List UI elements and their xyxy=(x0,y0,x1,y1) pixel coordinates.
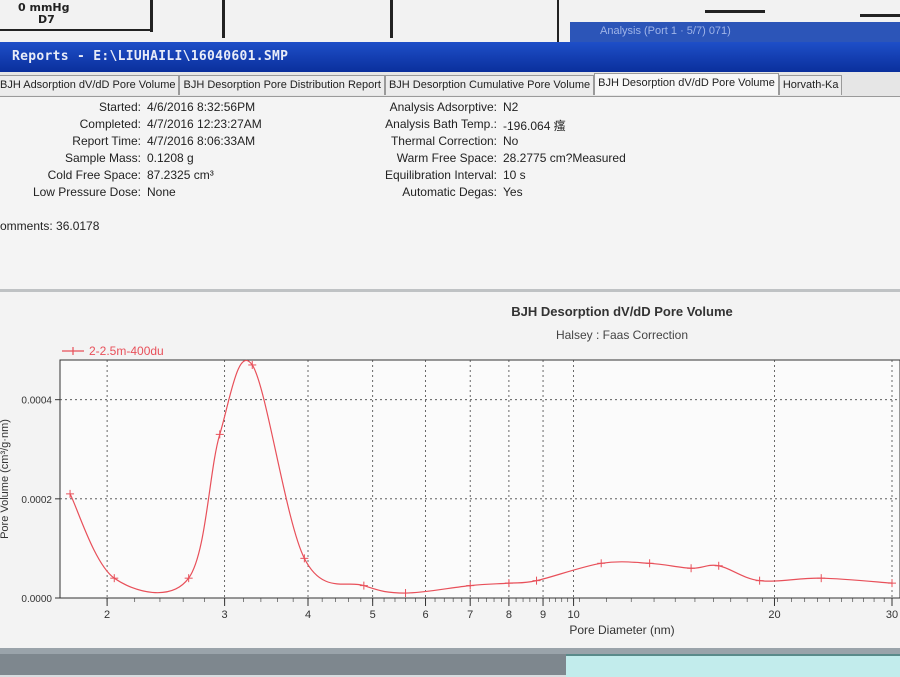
info-value: 4/7/2016 8:06:33AM xyxy=(147,134,256,148)
window-title: Reports - E:\LIUHAILI\16040601.SMP xyxy=(12,49,289,64)
taskbar-left xyxy=(0,654,566,675)
x-tick-label: 5 xyxy=(370,609,376,621)
info-value: Yes xyxy=(503,185,523,199)
comments-text: omments: 36.0178 xyxy=(0,219,100,233)
schematic-line xyxy=(150,0,153,32)
taskbar-window[interactable] xyxy=(566,654,900,677)
taskbar-area xyxy=(0,648,900,677)
info-label: Thermal Correction: xyxy=(390,134,497,148)
chart-legend: 2-2.5m-400du xyxy=(62,344,164,358)
background-windows: 0 mmHg D7 Analysis (Port 1 · 5/7) 071) xyxy=(0,0,900,42)
info-value: 4/7/2016 12:23:27AM xyxy=(147,117,262,131)
port-label: D7 xyxy=(38,13,55,26)
x-tick-label: 3 xyxy=(222,609,228,621)
x-tick-label: 20 xyxy=(768,609,780,621)
x-tick-label: 4 xyxy=(305,609,311,621)
schematic-line xyxy=(222,0,225,38)
info-label: Analysis Bath Temp.: xyxy=(385,117,497,131)
pore-volume-chart: BJH Desorption dV/dD Pore Volume Halsey … xyxy=(0,304,900,637)
y-tick-label: 0.0004 xyxy=(21,396,52,407)
info-value: 0.1208 g xyxy=(147,151,194,165)
plot-area xyxy=(59,359,900,599)
info-label: Sample Mass: xyxy=(64,151,141,165)
info-label: Started: xyxy=(98,100,141,114)
x-tick-label: 7 xyxy=(467,609,473,621)
info-label: Equilibration Interval: xyxy=(384,168,497,182)
schematic-line xyxy=(0,29,150,31)
tab-bjh-adsorption-dvdd[interactable]: BJH Adsorption dV/dD Pore Volume xyxy=(0,75,180,95)
report-tabs: BJH Adsorption dV/dD Pore Volume BJH Deso… xyxy=(0,72,900,97)
x-tick-label: 10 xyxy=(567,609,579,621)
info-value: 4/6/2016 8:32:56PM xyxy=(147,100,256,114)
tab-bjh-desorption-pore-distribution[interactable]: BJH Desorption Pore Distribution Report xyxy=(179,75,385,95)
x-tick-label: 2 xyxy=(104,609,110,621)
info-value: 87.2325 cm³ xyxy=(147,168,214,182)
info-label: Cold Free Space: xyxy=(47,168,141,182)
info-value: 10 s xyxy=(503,168,526,182)
x-tick-label: 30 xyxy=(886,609,898,621)
info-label: Completed: xyxy=(79,117,141,131)
schematic-line xyxy=(557,0,559,42)
y-tick-label: 0.0002 xyxy=(21,495,52,506)
info-label: Warm Free Space: xyxy=(396,151,497,165)
x-axis-label: Pore Diameter (nm) xyxy=(569,623,674,637)
info-label: Report Time: xyxy=(72,134,141,148)
y-tick-label: 0.0000 xyxy=(21,594,52,605)
y-axis-label: Pore Volume (cm³/g·nm) xyxy=(0,419,11,539)
info-value: No xyxy=(503,134,519,148)
info-label: Low Pressure Dose: xyxy=(32,185,141,199)
x-tick-label: 9 xyxy=(540,609,546,621)
schematic-line xyxy=(705,10,765,13)
tab-bjh-desorption-cumulative[interactable]: BJH Desorption Cumulative Pore Volume xyxy=(384,75,595,95)
tab-bjh-desorption-dvdd[interactable]: BJH Desorption dV/dD Pore Volume xyxy=(594,73,779,95)
tab-horvath-kawazoe[interactable]: Horvath-Ka xyxy=(778,75,843,95)
info-value: -196.064 瘙 xyxy=(503,119,566,133)
chart-pane: BJH Desorption dV/dD Pore Volume Halsey … xyxy=(0,292,900,648)
legend-label: 2-2.5m-400du xyxy=(89,344,164,358)
info-label: Automatic Degas: xyxy=(402,185,497,199)
info-label: Analysis Adsorptive: xyxy=(389,100,497,114)
x-tick-label: 8 xyxy=(506,609,512,621)
info-value: N2 xyxy=(503,100,519,114)
schematic-line xyxy=(390,0,393,38)
schematic-line xyxy=(860,14,900,17)
report-info-panel: Started: 4/6/2016 8:32:56PM Completed: 4/7… xyxy=(0,97,900,290)
x-tick-label: 6 xyxy=(422,609,428,621)
info-value: 28.2775 cm?Measured xyxy=(503,151,626,165)
info-value: None xyxy=(147,185,176,199)
window-titlebar[interactable]: Reports - E:\LIUHAILI\16040601.SMP xyxy=(0,42,900,72)
chart-title: BJH Desorption dV/dD Pore Volume xyxy=(511,304,733,319)
chart-subtitle: Halsey : Faas Correction xyxy=(556,328,688,342)
analysis-window-title: Analysis (Port 1 · 5/7) 071) xyxy=(600,25,731,37)
